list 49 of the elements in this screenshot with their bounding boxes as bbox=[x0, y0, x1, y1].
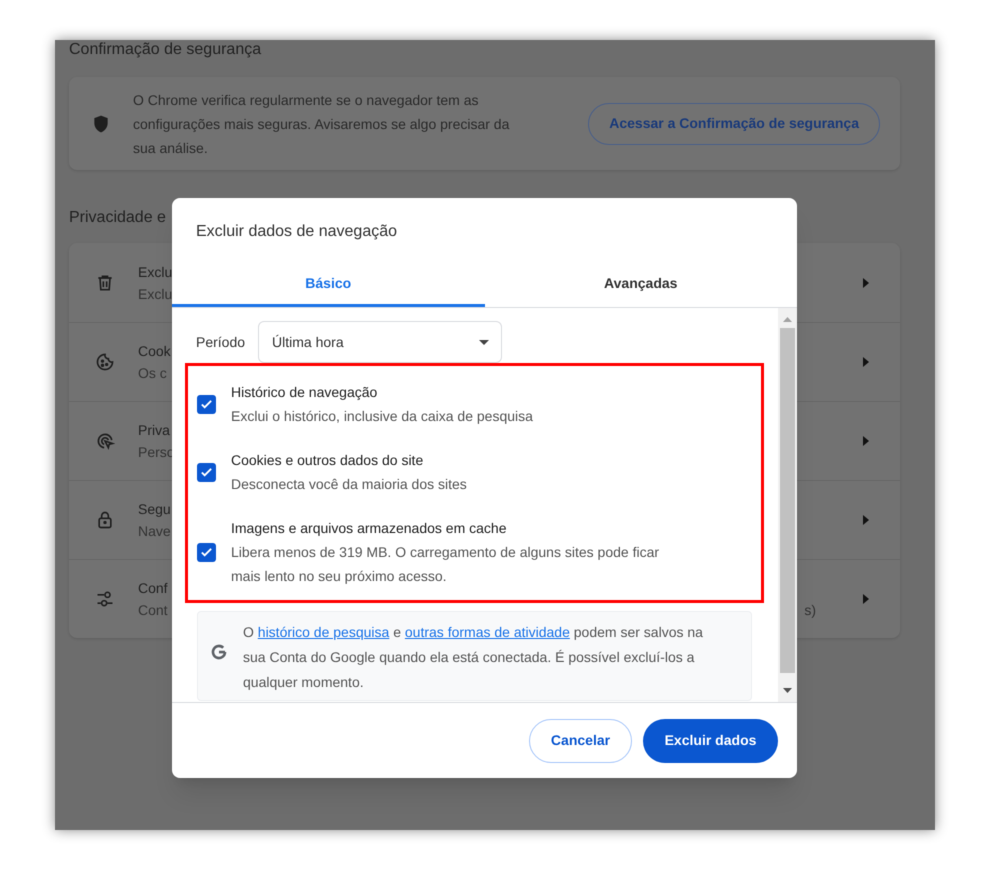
checkmark-icon bbox=[200, 546, 213, 558]
link[interactable]: histórico de pesquisa bbox=[258, 624, 390, 640]
chevron-right-icon[interactable] bbox=[862, 594, 870, 604]
chevron-right-icon[interactable] bbox=[862, 515, 870, 525]
checkbox[interactable] bbox=[197, 394, 216, 414]
row-title: Exclu bbox=[138, 262, 172, 282]
row-title: Segu bbox=[138, 500, 171, 519]
tab[interactable]: Básico bbox=[172, 263, 484, 307]
option-description: Exclui o histórico, inclusive da caixa de pesquisa bbox=[231, 407, 534, 426]
dropdown-caret-icon bbox=[479, 340, 490, 344]
chevron-right-icon[interactable] bbox=[862, 436, 870, 446]
sliders-icon bbox=[95, 589, 115, 609]
option-description: Desconecta você da maioria dos sites bbox=[231, 475, 468, 494]
scrollbar-thumb[interactable] bbox=[780, 328, 795, 673]
row-trailing-text: s) bbox=[804, 600, 816, 620]
scroll-up-icon[interactable] bbox=[783, 317, 792, 322]
safety-description: O Chrome verifica regularmente se o navegador tem as configurações mais seguras. Avisaremos se algo precisar da sua análise. bbox=[133, 90, 510, 158]
cursor-target-icon bbox=[95, 431, 115, 451]
section-title: Confirmação de segurança bbox=[69, 40, 262, 60]
info-text: O histórico de pesquisa e outras formas de atividade podem ser salvos na sua Conta do Google quando ela está conectada. É possível excluí-los a qualquer momento. bbox=[243, 623, 704, 692]
link[interactable]: outras formas de atividade bbox=[404, 624, 570, 640]
period-select[interactable]: Última hora bbox=[258, 321, 502, 363]
privacy-title: Privacidade e bbox=[69, 208, 166, 228]
google-g-icon bbox=[210, 643, 228, 661]
checkmark-icon bbox=[200, 466, 213, 478]
chevron-right-icon[interactable] bbox=[862, 278, 870, 288]
row-subtitle: Nave bbox=[138, 522, 171, 541]
option-title: Imagens e arquivos armazenados em cache bbox=[231, 519, 508, 538]
option-description: Libera menos de 319 MB. O carregamento de alguns sites pode ficar mais lento no seu próximo acesso. bbox=[231, 543, 660, 586]
row-subtitle: Exclu bbox=[138, 284, 172, 304]
checkbox[interactable] bbox=[197, 542, 216, 562]
delete-data-button[interactable]: Excluir dados bbox=[643, 718, 778, 762]
row-title: Conf bbox=[138, 579, 168, 598]
checkmark-icon bbox=[200, 398, 213, 410]
option-title: Histórico de navegação bbox=[231, 383, 378, 402]
dialog-title: Excluir dados de navegação bbox=[195, 222, 398, 242]
chevron-right-icon[interactable] bbox=[862, 357, 870, 367]
option-title: Cookies e outros dados do site bbox=[231, 451, 424, 470]
cookie-icon bbox=[95, 352, 115, 372]
row-subtitle: Os c bbox=[138, 364, 168, 383]
row-title: Cook bbox=[138, 342, 171, 361]
row-subtitle: Cont bbox=[138, 601, 168, 620]
period-label: Período bbox=[196, 332, 246, 352]
row-title: Priva bbox=[138, 421, 171, 440]
scroll-down-icon[interactable] bbox=[783, 688, 792, 693]
scrollbar[interactable] bbox=[778, 308, 797, 702]
tab[interactable]: Avançadas bbox=[484, 263, 797, 307]
cancel-button[interactable]: Cancelar bbox=[529, 718, 632, 762]
checkbox[interactable] bbox=[197, 462, 216, 482]
